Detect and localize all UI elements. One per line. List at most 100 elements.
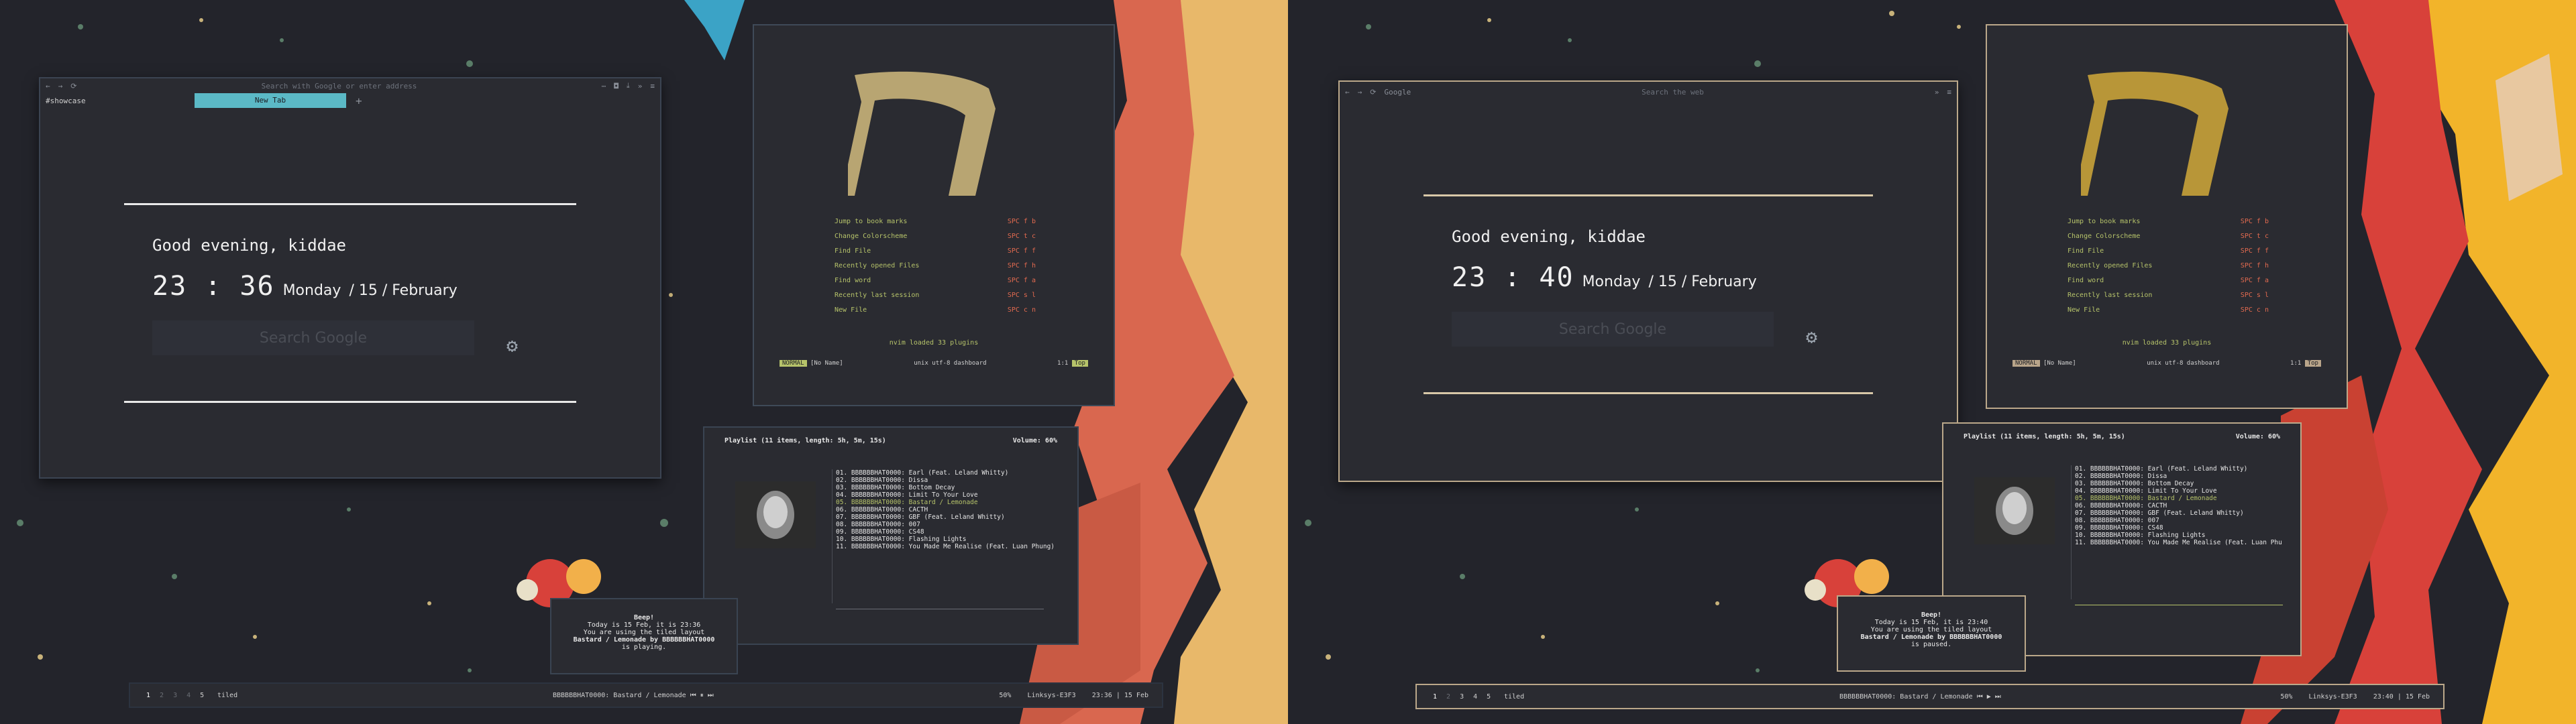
divider-top [124,203,576,205]
workspace-2[interactable]: 2 [1446,693,1450,701]
now-playing[interactable]: BBBBBBHAT0000: Bastard / Lemonade ⏮ ▶ ⏭ [1839,693,2001,701]
list-item[interactable]: 03. BBBBBBHAT0000: Bottom Decay [836,484,1064,491]
workspace-5[interactable]: 5 [200,692,204,699]
overflow-icon[interactable]: » [638,82,643,90]
menu-item[interactable]: Recently last session SPC s l [2068,288,2269,303]
list-item-current[interactable]: 05. BBBBBBHAT0000: Bastard / Lemonade [836,499,1064,506]
menu-icon[interactable]: ≡ [1947,88,1951,97]
reload-icon[interactable]: ⟳ [1370,88,1376,97]
gear-icon[interactable]: ⚙ [506,335,518,357]
menu-item[interactable]: Find File SPC f f [835,244,1036,259]
menu-item[interactable]: Find File SPC f f [2068,244,2269,259]
volume-indicator[interactable]: 50% [999,692,1011,699]
network-indicator[interactable]: Linksys-E3F3 [2308,693,2357,701]
list-item[interactable]: 07. BBBBBBHAT0000: GBF (Feat. Leland Whi… [2075,509,2303,517]
tab-new-tab[interactable]: New Tab [195,93,346,108]
cursor-pos: 1:1 [1057,360,1069,367]
clock: 23 : 40 Monday / 15 / February [1452,262,1873,293]
forward-icon[interactable]: → [1358,88,1362,97]
workspace-4[interactable]: 4 [186,692,191,699]
workspace-1[interactable]: 1 [146,692,150,699]
list-item[interactable]: 06. BBBBBBHAT0000: CACTH [836,506,1064,514]
list-item[interactable]: 10. BBBBBBHAT0000: Flashing Lights [836,536,1064,543]
list-item[interactable]: 01. BBBBBBHAT0000: Earl (Feat. Leland Wh… [2075,465,2303,473]
list-item[interactable]: 06. BBBBBBHAT0000: CACTH [2075,502,2303,509]
download-icon[interactable]: ⤓ [627,81,630,90]
menu-icon[interactable]: ≡ [650,82,655,90]
list-item[interactable]: 09. BBBBBBHAT0000: CS48 [2075,524,2303,532]
workspace-5[interactable]: 5 [1487,693,1491,701]
network-indicator[interactable]: Linksys-E3F3 [1027,692,1075,699]
notif-line: Bastard / Lemonade by BBBBBBHAT0000 [1860,634,2002,641]
list-item[interactable]: 01. BBBBBBHAT0000: Earl (Feat. Leland Wh… [836,469,1064,477]
url-bar[interactable]: Search the web [1419,88,1927,97]
menu-item[interactable]: New File SPC c n [835,303,1036,318]
list-item[interactable]: 09. BBBBBBHAT0000: CS48 [836,528,1064,536]
menu-item[interactable]: New File SPC c n [2068,303,2269,318]
list-item[interactable]: 08. BBBBBBHAT0000: 007 [836,521,1064,528]
menu-item[interactable]: Recently opened Files SPC f h [2068,259,2269,274]
list-item[interactable]: 11. BBBBBBHAT0000: You Made Me Realise (… [2075,539,2303,546]
list-item[interactable]: 11. BBBBBBHAT0000: You Made Me Realise (… [836,543,1064,550]
search-input[interactable]: Search Google [1452,312,1774,347]
menu-item[interactable]: Recently last session SPC s l [835,288,1036,303]
bookmark-showcase[interactable]: #showcase [46,97,86,105]
now-playing[interactable]: BBBBBBHAT0000: Bastard / Lemonade ⏮ ⏸ ⏭ [553,692,714,699]
workspace-3[interactable]: 3 [1460,693,1464,701]
divider-bottom [124,401,576,403]
gear-icon[interactable]: ⚙ [1806,326,1817,348]
menu-item[interactable]: Find word SPC f a [2068,274,2269,288]
workspace-1[interactable]: 1 [1433,693,1437,701]
menu-item[interactable]: Recently opened Files SPC f h [835,259,1036,274]
startpage: Good evening, kiddae 23 : 36 Monday / 15… [124,203,576,403]
list-item[interactable]: 02. BBBBBBHAT0000: Dissa [2075,473,2303,480]
browser-window: ← → ⟳ Google Search the web » ≡ Good eve… [1338,80,1958,482]
divider [2071,465,2072,599]
menu-item[interactable]: Jump to book marks SPC f b [2068,215,2269,229]
menu-item[interactable]: Change Colorscheme SPC t c [2068,229,2269,244]
menu-item[interactable]: Find word SPC f a [835,274,1036,288]
notification: Beep! Today is 15 Feb, it is 23:40 You a… [1837,595,2026,672]
list-item[interactable]: 07. BBBBBBHAT0000: GBF (Feat. Leland Whi… [836,514,1064,521]
mode-indicator: NORMAL [780,360,807,367]
new-tab-button[interactable]: + [356,95,362,107]
list-item[interactable]: 08. BBBBBBHAT0000: 007 [2075,517,2303,524]
workspace-4[interactable]: 4 [1473,693,1477,701]
divider [832,469,833,603]
list-item[interactable]: 03. BBBBBBHAT0000: Bottom Decay [2075,480,2303,487]
list-item[interactable]: 02. BBBBBBHAT0000: Dissa [836,477,1064,484]
workspace-2[interactable]: 2 [160,692,164,699]
buffer-name: [No Name] [810,360,843,367]
overflow-icon[interactable]: » [1935,88,1939,97]
reload-icon[interactable]: ⟳ [70,82,76,90]
aphex-logo-icon [2081,71,2229,196]
notif-line: is paused. [1911,641,1952,648]
back-icon[interactable]: ← [1345,88,1350,97]
list-item-current[interactable]: 05. BBBBBBHAT0000: Bastard / Lemonade [2075,495,2303,502]
layout-label: tiled [217,691,238,699]
search-input[interactable]: Search Google [152,320,474,355]
status-bar: 1 2 3 4 5 tiled BBBBBBHAT0000: Bastard /… [1415,684,2445,709]
back-icon[interactable]: ← [46,82,50,90]
workspaces: 1 2 3 4 5 [1433,693,1491,701]
menu-item[interactable]: Change Colorscheme SPC t c [835,229,1036,244]
menu-item[interactable]: Jump to book marks SPC f b [835,215,1036,229]
playlist: 01. BBBBBBHAT0000: Earl (Feat. Leland Wh… [2075,465,2303,546]
notif-line: You are using the tiled layout [1870,626,1992,634]
list-item[interactable]: 10. BBBBBBHAT0000: Flashing Lights [2075,532,2303,539]
pocket-icon[interactable]: ◘ [614,82,619,90]
workspace-3[interactable]: 3 [173,692,177,699]
playlist-window: Playlist (11 items, length: 5h, 5m, 15s)… [703,426,1079,645]
dashboard-menu: Jump to book marks SPC f b Change Colorsc… [835,215,1036,318]
forward-icon[interactable]: → [58,82,63,90]
url-bar[interactable]: Search with Google or enter address [85,82,593,90]
list-item[interactable]: 04. BBBBBBHAT0000: Limit To Your Love [836,491,1064,499]
list-item[interactable]: 04. BBBBBBHAT0000: Limit To Your Love [2075,487,2303,495]
volume-indicator[interactable]: 50% [2280,693,2292,701]
notif-title: Beep! [1921,611,1942,619]
more-icon[interactable]: ⋯ [602,82,606,90]
browser-toolbar: ← → ⟳ Search with Google or enter addres… [40,78,660,93]
notif-line: Today is 15 Feb, it is 23:36 [587,621,701,629]
album-art [1974,477,2055,544]
buffer-name: [No Name] [2043,360,2076,367]
